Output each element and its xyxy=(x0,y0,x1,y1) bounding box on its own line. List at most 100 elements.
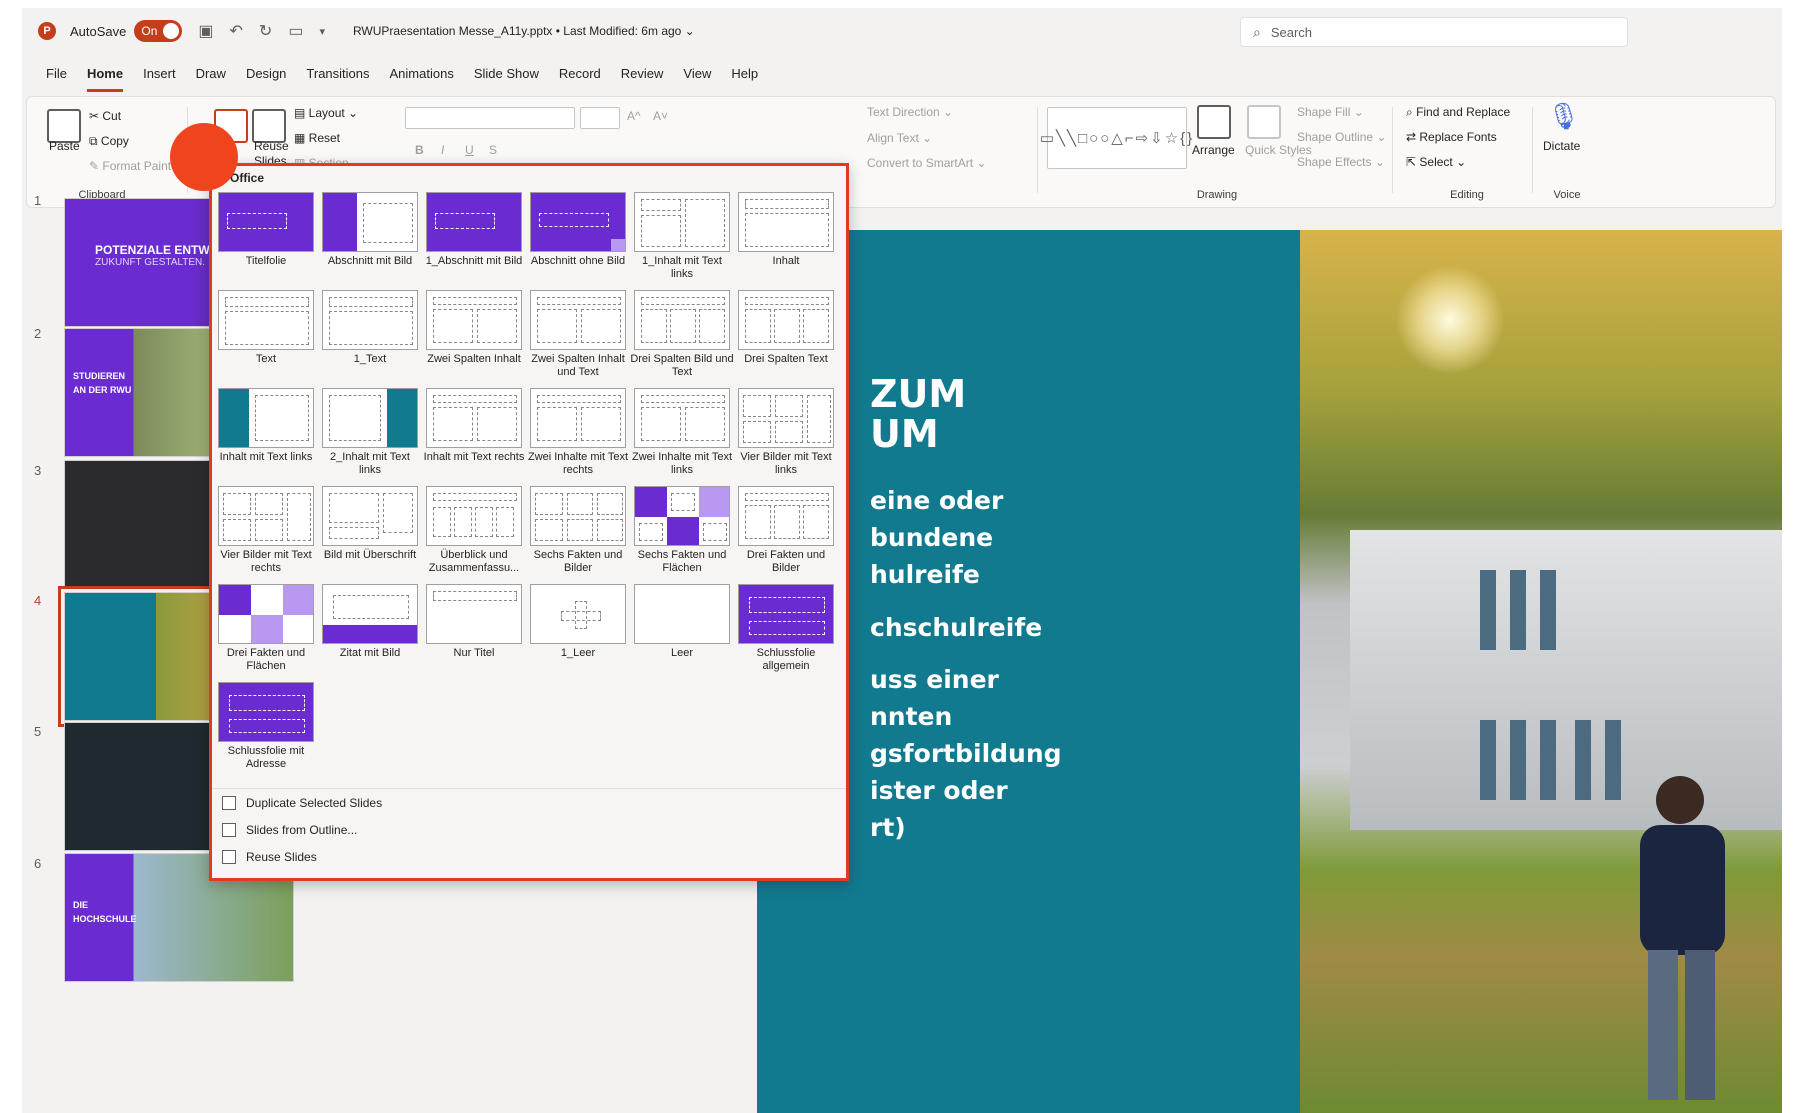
reset-button[interactable]: ▦ Reset xyxy=(294,131,340,145)
layout-option[interactable]: Zwei Spalten Inhalt xyxy=(422,290,526,366)
text-direction-button[interactable]: Text Direction ⌄ xyxy=(867,105,953,119)
layout-option[interactable]: Leer xyxy=(630,584,734,660)
layout-option[interactable]: Abschnitt mit Bild xyxy=(318,192,422,268)
layout-option[interactable]: Bild mit Überschrift xyxy=(318,486,422,562)
tab-design[interactable]: Design xyxy=(246,66,286,92)
layout-name: Drei Spalten Bild und Text xyxy=(630,353,734,378)
tab-home[interactable]: Home xyxy=(86,66,124,92)
layout-option[interactable]: Drei Fakten und Flächen xyxy=(214,584,318,673)
tab-help[interactable]: Help xyxy=(731,66,758,92)
tab-view[interactable]: View xyxy=(683,66,711,92)
customize-quick-access-icon[interactable]: ▾ xyxy=(319,25,325,38)
layout-option[interactable]: Inhalt xyxy=(734,192,838,268)
present-icon[interactable]: ▭ xyxy=(288,21,303,41)
layout-option[interactable]: Sechs Fakten und Bilder xyxy=(526,486,630,575)
arrange-icon[interactable] xyxy=(1197,105,1231,139)
layout-name: 1_Text xyxy=(353,353,387,365)
bold-button[interactable]: B xyxy=(415,143,424,157)
tab-animations[interactable]: Animations xyxy=(390,66,454,92)
layout-option[interactable]: Sechs Fakten und Flächen xyxy=(630,486,734,575)
reuse-slides-item[interactable]: Reuse Slides xyxy=(222,850,317,864)
italic-button[interactable]: I xyxy=(441,143,444,157)
layout-option[interactable]: Drei Spalten Bild und Text xyxy=(630,290,734,379)
grow-font-button[interactable]: A^ xyxy=(627,109,641,123)
reuse-label[interactable]: Reuse xyxy=(254,139,289,153)
search-icon: ⌕ xyxy=(1253,23,1261,40)
underline-button[interactable]: U xyxy=(465,143,474,157)
layout-name: Zwei Spalten Inhalt und Text xyxy=(531,353,625,378)
shape-outline-button[interactable]: Shape Outline ⌄ xyxy=(1297,130,1386,144)
layout-name: Vier Bilder mit Text links xyxy=(740,451,832,476)
layout-name: 1_Leer xyxy=(560,647,596,659)
format-painter-button[interactable]: ✎ Format Painter xyxy=(89,159,182,173)
tab-file[interactable]: File xyxy=(46,66,67,92)
tab-record[interactable]: Record xyxy=(559,66,601,92)
select-button[interactable]: ⇱ Select ⌄ xyxy=(1406,155,1466,169)
duplicate-selected-slides-item[interactable]: Duplicate Selected Slides xyxy=(222,796,382,810)
autosave-toggle[interactable]: On xyxy=(134,20,183,42)
arrange-button[interactable]: Arrange xyxy=(1192,143,1235,157)
find-replace-button[interactable]: ⌕ Find and Replace xyxy=(1406,105,1510,120)
layout-option[interactable]: Vier Bilder mit Text links xyxy=(734,388,838,477)
dictate-button[interactable]: Dictate xyxy=(1543,139,1580,153)
layout-button[interactable]: ▤ Layout ⌄ xyxy=(294,106,358,120)
slide-6-title: DIE HOCHSCHULE xyxy=(73,900,137,924)
layout-option[interactable]: Inhalt mit Text rechts xyxy=(422,388,526,464)
voice-group: 🎙 Dictate Voice xyxy=(1537,101,1597,205)
drawing-label: Drawing xyxy=(1196,189,1238,201)
shape-effects-button[interactable]: Shape Effects ⌄ xyxy=(1297,155,1385,169)
shape-fill-button[interactable]: Shape Fill ⌄ xyxy=(1297,105,1364,119)
tab-review[interactable]: Review xyxy=(621,66,664,92)
ribbon-tabs: File Home Insert Draw Design Transitions… xyxy=(22,66,778,92)
layout-option[interactable]: Nur Titel xyxy=(422,584,526,660)
layout-option[interactable]: 1_Abschnitt mit Bild xyxy=(422,192,526,268)
layout-option[interactable]: Drei Spalten Text xyxy=(734,290,838,366)
shapes-gallery[interactable]: ▭╲╲□○○△⌐⇨⇩☆{} xyxy=(1040,107,1192,169)
paste-button[interactable]: Paste xyxy=(49,139,80,153)
convert-smartart-button[interactable]: Convert to SmartArt ⌄ xyxy=(867,156,986,170)
align-text-button[interactable]: Align Text ⌄ xyxy=(867,131,932,145)
cut-button[interactable]: ✂ Cut xyxy=(89,109,121,123)
undo-icon[interactable]: ↶ xyxy=(230,21,243,41)
layout-option[interactable]: Schlussfolie mit Adresse xyxy=(214,682,318,771)
replace-fonts-button[interactable]: ⇄ Replace Fonts xyxy=(1406,130,1497,144)
paste-icon[interactable] xyxy=(47,109,81,143)
layout-option[interactable]: Inhalt mit Text links xyxy=(214,388,318,464)
tab-draw[interactable]: Draw xyxy=(196,66,226,92)
slide-title-line-1: ZUM xyxy=(870,372,967,416)
layout-option[interactable]: Abschnitt ohne Bild xyxy=(526,192,630,268)
layout-option[interactable]: 1_Text xyxy=(318,290,422,366)
redo-icon[interactable]: ↻ xyxy=(259,21,272,41)
layout-preview xyxy=(530,290,626,350)
layout-option[interactable]: Drei Fakten und Bilder xyxy=(734,486,838,575)
layout-option[interactable]: 1_Inhalt mit Text links xyxy=(630,192,734,281)
font-size-select[interactable] xyxy=(580,107,620,129)
microphone-icon[interactable]: 🎙 xyxy=(1547,101,1580,132)
font-name-select[interactable] xyxy=(405,107,575,129)
layout-option[interactable]: Zwei Spalten Inhalt und Text xyxy=(526,290,630,379)
layout-option[interactable]: Zwei Inhalte mit Text links xyxy=(630,388,734,477)
copy-button[interactable]: ⧉ Copy xyxy=(89,134,129,149)
save-icon[interactable]: ▣ xyxy=(198,21,213,41)
layout-name: Drei Fakten und Bilder xyxy=(746,549,826,574)
layout-option[interactable]: Zwei Inhalte mit Text rechts xyxy=(526,388,630,477)
layout-option[interactable]: 1_Leer xyxy=(526,584,630,660)
search-input[interactable]: ⌕ Search xyxy=(1240,17,1628,47)
slides-from-outline-item[interactable]: Slides from Outline... xyxy=(222,823,357,837)
layout-option[interactable]: Text xyxy=(214,290,318,366)
layout-option[interactable]: Titelfolie xyxy=(214,192,318,268)
tab-insert[interactable]: Insert xyxy=(143,66,176,92)
quick-styles-icon[interactable] xyxy=(1247,105,1281,139)
layout-option[interactable]: Zitat mit Bild xyxy=(318,584,422,660)
layout-option[interactable]: Vier Bilder mit Text rechts xyxy=(214,486,318,575)
shrink-font-button[interactable]: A˅ xyxy=(653,109,668,123)
document-title[interactable]: RWUPraesentation Messe_A11y.pptx • Last … xyxy=(353,24,695,38)
layout-option[interactable]: 2_Inhalt mit Text links xyxy=(318,388,422,477)
layout-preview xyxy=(426,290,522,350)
tab-transitions[interactable]: Transitions xyxy=(306,66,369,92)
reuse-slides-icon[interactable] xyxy=(252,109,286,143)
layout-option[interactable]: Überblick und Zusammenfassu... xyxy=(422,486,526,575)
tab-slide-show[interactable]: Slide Show xyxy=(474,66,539,92)
strikethrough-button[interactable]: S xyxy=(489,143,497,157)
layout-option[interactable]: Schlussfolie allgemein xyxy=(734,584,838,673)
